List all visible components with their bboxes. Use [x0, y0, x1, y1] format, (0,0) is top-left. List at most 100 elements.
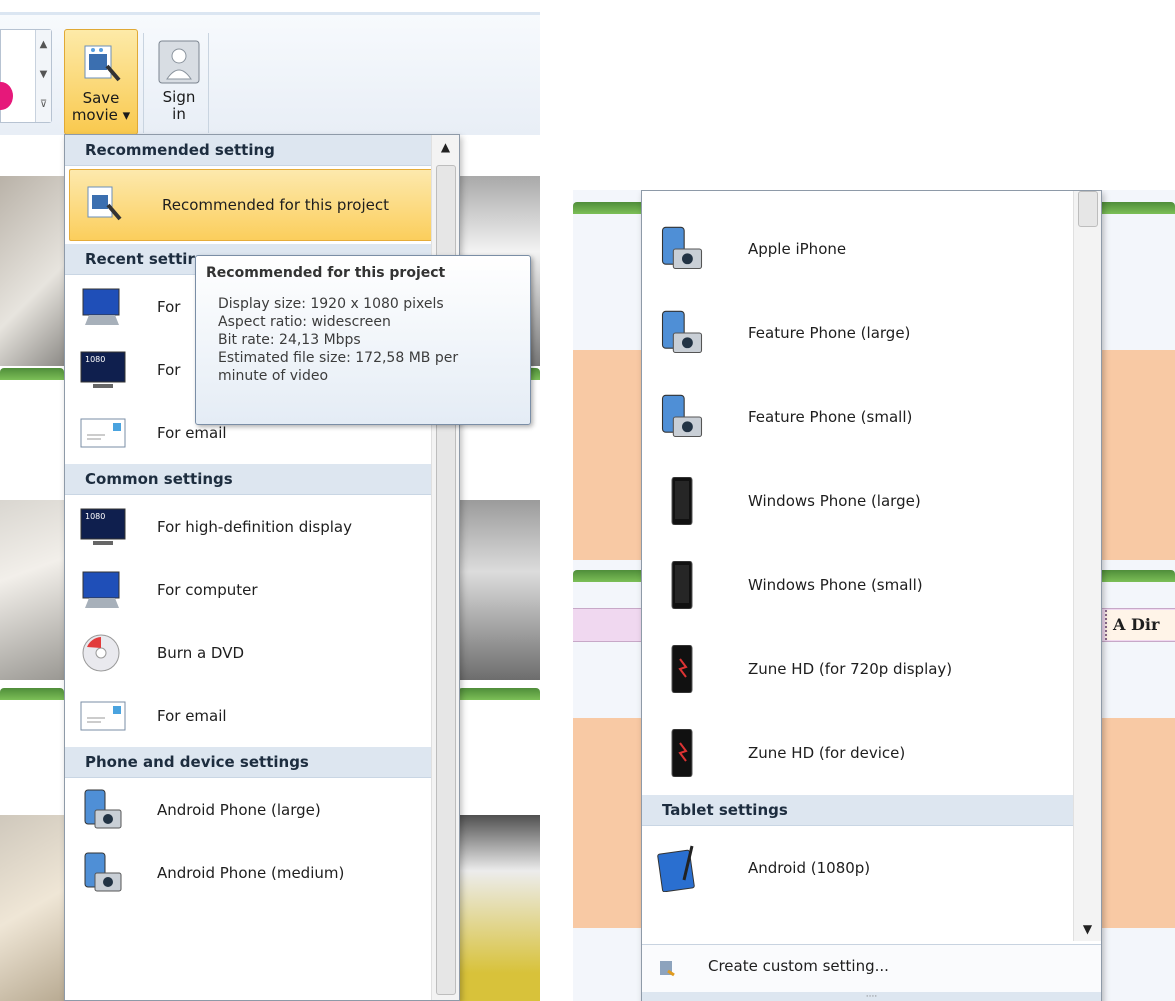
menu-scrollbar[interactable]: ▼ — [1073, 191, 1101, 941]
audio-track — [0, 688, 64, 700]
menu-item-burn-dvd[interactable]: Burn a DVD — [65, 621, 459, 684]
caption-text: A Dir — [1113, 615, 1160, 634]
video-thumbnail[interactable] — [458, 815, 540, 1001]
menu-item-label: For — [157, 360, 181, 379]
smartphone-icon — [656, 476, 708, 526]
tablet-icon — [656, 844, 708, 893]
menu-item-label: Burn a DVD — [157, 643, 245, 662]
menu-item-android-large[interactable]: Android Phone (large) — [65, 778, 459, 841]
menu-item-feature-phone-small[interactable]: Feature Phone (small) — [642, 375, 1101, 459]
tooltip-title: Recommended for this project — [206, 265, 446, 281]
scroll-up-arrow-icon[interactable]: ▲ — [432, 135, 459, 159]
phone-camera-icon — [656, 225, 708, 273]
zune-icon — [656, 644, 708, 694]
section-header: Tablet settings — [642, 795, 1101, 826]
menu-item-label: For high-definition display — [157, 517, 352, 536]
tooltip-line: Bit rate: 24,13 Mbps — [218, 332, 361, 348]
phone-camera-icon — [656, 309, 708, 357]
menu-footer: Create custom setting... ···· — [642, 944, 1101, 1001]
menu-item-apple-iphone[interactable]: Apple iPhone — [642, 207, 1101, 291]
custom-setting-icon — [658, 959, 676, 977]
tooltip: Recommended for this project Display siz… — [195, 255, 531, 425]
video-thumbnail[interactable] — [0, 176, 64, 366]
sign-in-line-2: in — [172, 105, 186, 123]
menu-item-recommended[interactable]: Recommended for this project — [69, 169, 455, 241]
menu-item-zune-hd-720p[interactable]: Zune HD (for 720p display) — [642, 627, 1101, 711]
save-movie-label: Save movie ▾ — [65, 90, 137, 124]
ribbon-separator — [143, 33, 144, 133]
menu-item-windows-phone-large[interactable]: Windows Phone (large) — [642, 459, 1101, 543]
menu-item-label: Feature Phone (large) — [748, 324, 911, 342]
menu-item-label: For computer — [157, 580, 258, 599]
smartphone-icon — [656, 560, 708, 610]
video-thumbnail[interactable] — [458, 500, 540, 680]
zune-icon — [656, 728, 708, 778]
sign-in-button[interactable]: Sign in — [148, 29, 210, 135]
ribbon: ▲ ▼ ⊽ Save movie ▾ Sign in — [0, 12, 540, 135]
menu-item-label: For email — [157, 423, 227, 442]
menu-item-computer[interactable]: For computer — [65, 558, 459, 621]
audio-track — [458, 688, 540, 700]
section-header: Common settings — [65, 464, 459, 495]
menu-item-label: For email — [157, 706, 227, 725]
menu-item-label: Windows Phone (large) — [748, 492, 921, 510]
user-avatar-icon — [157, 39, 201, 85]
menu-item-android-1080p[interactable]: Android (1080p) — [642, 826, 1101, 910]
menu-item-android-medium[interactable]: Android Phone (medium) — [65, 841, 459, 904]
scrollbar-thumb[interactable] — [1078, 191, 1098, 227]
menu-item-label: For — [157, 297, 181, 316]
combo-spinner[interactable]: ▲ ▼ ⊽ — [35, 30, 51, 122]
save-movie-line-2: movie ▾ — [71, 106, 131, 124]
video-thumbnail[interactable] — [0, 500, 64, 680]
phone-camera-icon — [79, 851, 127, 895]
tooltip-line: Display size: 1920 x 1080 pixels — [218, 296, 444, 312]
video-thumbnail[interactable] — [0, 815, 64, 1001]
menu-item-label: Android Phone (large) — [157, 800, 321, 819]
caption-clip[interactable]: A Dir — [1105, 610, 1175, 640]
save-movie-line-1: Save — [82, 89, 120, 107]
hd-display-icon: 1080 — [79, 348, 127, 392]
resize-grip[interactable]: ···· — [642, 992, 1101, 1001]
menu-item-feature-phone-large[interactable]: Feature Phone (large) — [642, 291, 1101, 375]
menu-item-label: Recommended for this project — [162, 196, 389, 214]
tooltip-line: minute of video — [218, 368, 329, 384]
ribbon-separator — [208, 33, 209, 133]
left-screenshot: ▲ ▼ ⊽ Save movie ▾ Sign in Recommended setti… — [0, 0, 540, 1001]
create-custom-setting-link[interactable]: Create custom setting... — [708, 957, 889, 975]
color-picker-combo[interactable]: ▲ ▼ ⊽ — [0, 29, 52, 123]
computer-icon — [79, 568, 127, 612]
phone-camera-icon — [79, 788, 127, 832]
right-screenshot: A Dir Apple iPhone Feature Phone (large)… — [573, 190, 1175, 1001]
dvd-icon — [79, 631, 127, 675]
menu-item-label: Windows Phone (small) — [748, 576, 923, 594]
menu-item-label: Android Phone (medium) — [157, 863, 345, 882]
color-swatch — [0, 82, 13, 110]
menu-item-windows-phone-small[interactable]: Windows Phone (small) — [642, 543, 1101, 627]
sign-in-label: Sign in — [148, 89, 210, 123]
section-header: Recommended setting — [65, 135, 459, 166]
save-movie-icon — [84, 183, 132, 227]
menu-item-label: Zune HD (for device) — [748, 744, 906, 762]
menu-item-zune-hd-device[interactable]: Zune HD (for device) — [642, 711, 1101, 795]
save-movie-button[interactable]: Save movie ▾ — [64, 29, 138, 135]
computer-icon — [79, 285, 127, 329]
audio-track — [0, 368, 64, 380]
svg-text:1080: 1080 — [85, 355, 105, 364]
tooltip-line: Aspect ratio: widescreen — [218, 314, 391, 330]
save-movie-icon — [79, 40, 123, 86]
svg-text:1080: 1080 — [85, 512, 105, 521]
sign-in-line-1: Sign — [162, 88, 196, 106]
scroll-down-arrow-icon[interactable]: ▼ — [1074, 917, 1101, 941]
hd-display-icon: 1080 — [79, 505, 127, 549]
menu-item-label: Apple iPhone — [748, 240, 847, 258]
menu-item-label: Android (1080p) — [748, 859, 871, 877]
menu-item-label: Feature Phone (small) — [748, 408, 913, 426]
menu-item-email[interactable]: For email — [65, 684, 459, 747]
menu-item-label: Zune HD (for 720p display) — [748, 660, 953, 678]
tooltip-line: Estimated file size: 172,58 MB per — [218, 350, 459, 366]
email-icon — [79, 694, 127, 738]
section-header: Phone and device settings — [65, 747, 459, 778]
phone-camera-icon — [656, 393, 708, 441]
menu-item-hd-display[interactable]: 1080 For high-definition display — [65, 495, 459, 558]
email-icon — [79, 411, 127, 455]
